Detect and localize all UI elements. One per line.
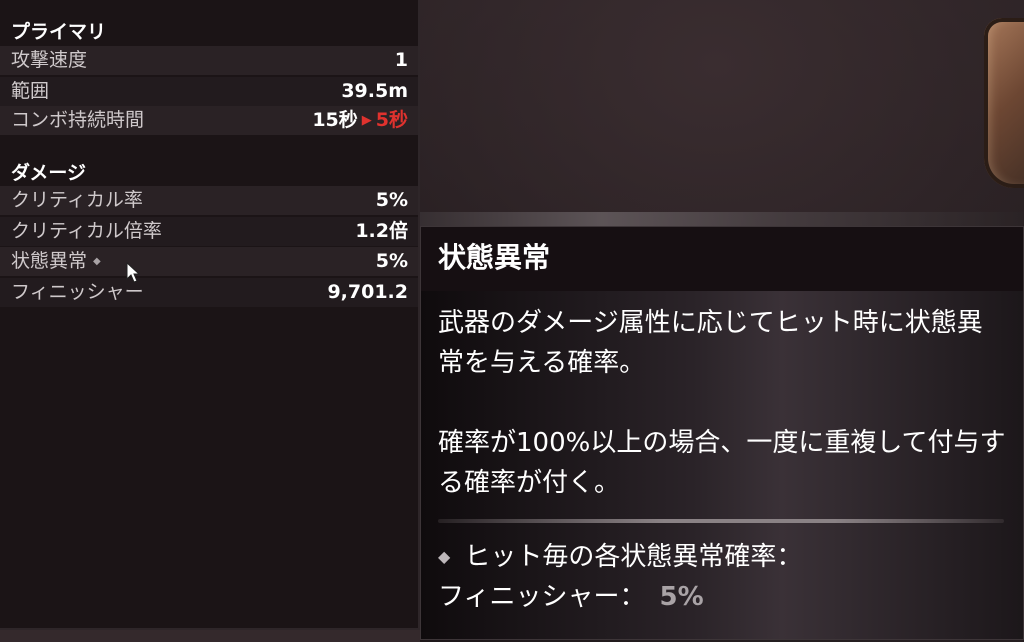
background-weapon-art: [984, 18, 1024, 188]
tooltip-header: 状態異常: [421, 227, 1023, 291]
stat-value: 39.5m: [341, 80, 408, 102]
stat-row-critical-chance[interactable]: クリティカル率 5%: [0, 186, 418, 215]
stat-value: 5%: [375, 250, 408, 272]
section-title-primary: プライマリ: [11, 21, 107, 43]
stat-label: 範囲: [11, 80, 50, 102]
tooltip-detail: ◆ ヒット毎の各状態異常確率： フィニッシャー： 5%: [438, 537, 1008, 617]
stat-label: コンボ持続時間: [11, 109, 145, 131]
tooltip-description: 武器のダメージ属性に応じてヒット時に状態異常を与える確率。 確率が100%以上の…: [438, 303, 1008, 543]
stat-label: クリティカル倍率: [11, 220, 162, 242]
stat-label-text: 状態異常: [11, 250, 88, 272]
stat-value-change: 15秒 ▶ 5秒: [312, 106, 408, 135]
section-title-damage: ダメージ: [11, 162, 87, 184]
mouse-cursor-icon: [126, 262, 140, 283]
detail-value-line: フィニッシャー： 5%: [438, 577, 1008, 617]
detail-header-line: ◆ ヒット毎の各状態異常確率：: [438, 537, 1008, 577]
weapon-stats-panel: プライマリ 攻撃速度 1 範囲 39.5m コンボ持続時間 15秒 ▶ 5秒 ダ…: [0, 0, 420, 630]
detail-sub-label: フィニッシャー：: [438, 582, 646, 612]
tooltip-divider: [438, 519, 1004, 523]
diamond-icon: ◆: [93, 256, 101, 267]
stat-value: 1.2倍: [355, 220, 408, 242]
arrow-right-icon: ▶: [361, 113, 372, 128]
stat-label-with-icon: 状態異常 ◆: [11, 247, 101, 276]
stat-value: 1: [394, 49, 408, 71]
stat-label: 攻撃速度: [11, 49, 88, 71]
stat-row-combo-duration[interactable]: コンボ持続時間 15秒 ▶ 5秒: [0, 106, 418, 135]
stat-row-finisher[interactable]: フィニッシャー 9,701.2: [0, 278, 418, 307]
detail-label: ヒット毎の各状態異常確率：: [464, 542, 803, 572]
stat-row-status-chance[interactable]: 状態異常 ◆ 5%: [0, 247, 418, 276]
background-strip: [420, 212, 1024, 226]
diamond-icon: ◆: [438, 547, 451, 566]
tooltip-description-2: 確率が100%以上の場合、一度に重複して付与する確率が付く。: [438, 428, 1006, 498]
stat-value-new: 5秒: [375, 109, 408, 131]
panel-bottom-edge: [0, 630, 420, 642]
stat-row-range[interactable]: 範囲 39.5m: [0, 77, 418, 106]
stat-value: 9,701.2: [327, 281, 408, 303]
stat-value: 5%: [375, 189, 408, 211]
stat-label: クリティカル率: [11, 189, 143, 211]
stat-row-critical-multiplier[interactable]: クリティカル倍率 1.2倍: [0, 217, 418, 246]
tooltip-description-1: 武器のダメージ属性に応じてヒット時に状態異常を与える確率。: [438, 308, 983, 378]
stat-label: フィニッシャー: [11, 281, 144, 303]
stat-row-attack-speed[interactable]: 攻撃速度 1: [0, 46, 418, 75]
tooltip-title: 状態異常: [438, 241, 551, 274]
detail-value: 5%: [659, 582, 704, 612]
status-tooltip: 状態異常 武器のダメージ属性に応じてヒット時に状態異常を与える確率。 確率が10…: [420, 226, 1024, 640]
stat-value-old: 15秒: [312, 109, 358, 131]
